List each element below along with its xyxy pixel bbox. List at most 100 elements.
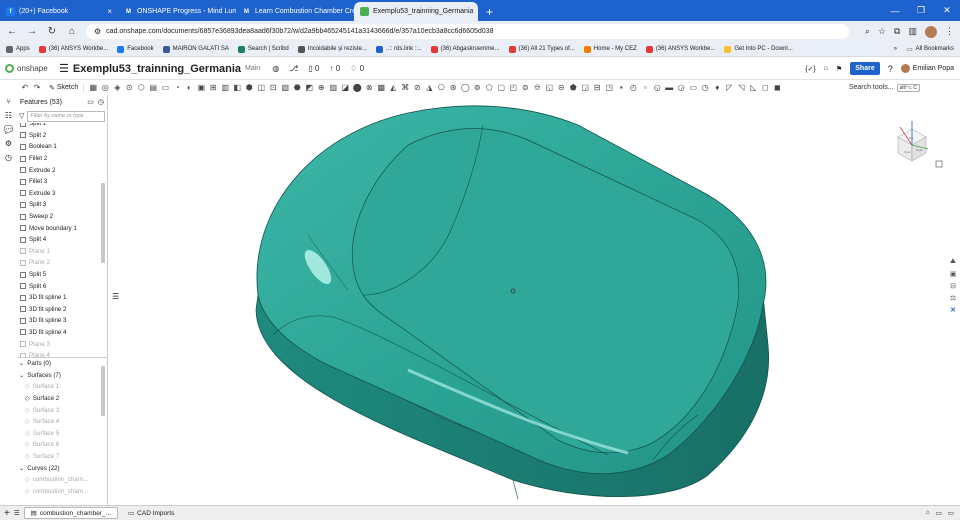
zoom-icon[interactable]: ⌕ <box>865 26 870 37</box>
toolbar-tool-icon[interactable]: ◻ <box>760 83 770 93</box>
toolbar-tool-icon[interactable]: ◫ <box>256 83 266 93</box>
feature-item[interactable]: Sweep 2 <box>17 211 107 223</box>
toolbar-tool-icon[interactable]: ◰ <box>508 83 518 93</box>
toolbar-tool-icon[interactable]: ⊕ <box>316 83 326 93</box>
curves-header[interactable]: ⌄ Curves (22) <box>17 462 107 474</box>
copies-count[interactable]: ▯ 0 <box>308 64 319 73</box>
toolbar-tool-icon[interactable]: ◯ <box>460 83 470 93</box>
toolbar-tool-icon[interactable]: ◪ <box>340 83 350 93</box>
filter-icon[interactable]: ▽ <box>19 112 24 120</box>
element-tab[interactable]: ▤ combustion_chamber_... <box>23 507 119 519</box>
versions-icon[interactable]: ⎇ <box>289 64 298 73</box>
back-icon[interactable]: ← <box>6 26 18 37</box>
feature-item[interactable]: Split 4 <box>17 234 107 246</box>
bookmark-item[interactable]: (36) All 21 Types of... <box>508 45 575 53</box>
feature-item[interactable]: Split 3 <box>17 199 107 211</box>
list-item[interactable]: ◇ Surface 6 <box>17 439 107 451</box>
feature-list-scrollbar[interactable] <box>101 183 105 263</box>
toolbar-tool-icon[interactable]: ◳ <box>604 83 614 93</box>
close-tab-icon[interactable]: × <box>477 7 478 16</box>
view-cube[interactable]: Front Right Top <box>897 121 929 162</box>
history-icon[interactable]: ◷ <box>5 153 12 162</box>
toolbar-tool-icon[interactable]: ▭ <box>160 83 170 93</box>
bookmark-item[interactable]: Search | Scribd <box>237 45 289 53</box>
feature-item[interactable]: Fillet 2 <box>17 153 107 165</box>
toolbar-tool-icon[interactable]: ◮ <box>424 83 434 93</box>
globe-icon[interactable]: ◍ <box>272 64 279 73</box>
toolbar-tool-icon[interactable]: ⎔ <box>436 83 446 93</box>
toolbar-tool-icon[interactable]: ◸ <box>724 83 734 93</box>
toolbar-tool-icon[interactable]: ◶ <box>676 83 686 93</box>
toolbar-tool-icon[interactable]: ◱ <box>544 83 554 93</box>
all-bookmarks-button[interactable]: ▭ All Bookmarks <box>907 46 954 53</box>
close-tab-icon[interactable]: × <box>107 7 112 16</box>
reload-icon[interactable]: ↻ <box>46 26 58 37</box>
variables-icon[interactable]: ⊟ <box>948 281 958 291</box>
toolbar-tool-icon[interactable]: ◩ <box>304 83 314 93</box>
add-tab-icon[interactable]: + <box>4 508 10 519</box>
user-menu[interactable]: Emilian Popa <box>900 64 954 73</box>
list-item[interactable]: ◇ combustion_cham... <box>17 486 107 498</box>
toolbar-tool-icon[interactable]: ⬢ <box>244 83 254 93</box>
feature-item[interactable]: Plane 2 <box>17 257 107 269</box>
url-field[interactable]: ⚙ cad.onshape.com/documents/6857e36893de… <box>86 24 849 39</box>
feature-item[interactable]: Boolean 1 <box>17 141 107 153</box>
list-item[interactable]: ◇ Surface 5 <box>17 428 107 440</box>
browser-tab[interactable]: MONSHAPE Progress - Mind Lumi× <box>118 2 236 21</box>
toolbar-tool-icon[interactable]: ▫ <box>640 83 650 93</box>
undo-icon[interactable]: ↶ <box>20 83 30 93</box>
toolbar-tool-icon[interactable]: ⊛ <box>448 83 458 93</box>
toolbar-tool-icon[interactable]: ▦ <box>88 83 98 93</box>
bookmark-item[interactable]: Incoidabile şi reziste... <box>297 45 367 53</box>
feature-filter-input[interactable]: Filter by name or type <box>27 110 105 122</box>
toolbar-tool-icon[interactable]: ◷ <box>700 83 710 93</box>
toolbar-tool-icon[interactable]: ▪ <box>616 83 626 93</box>
toolbar-tool-icon[interactable]: ◴ <box>628 83 638 93</box>
graphics-area[interactable]: Front Right Top ☰ <box>108 95 946 505</box>
likes-count[interactable]: ♢ 0 <box>350 64 364 73</box>
notifications-icon[interactable]: ⚑ <box>836 65 842 73</box>
forward-icon[interactable]: → <box>26 26 38 37</box>
panel-toggle-icon[interactable]: ▭ <box>87 98 94 106</box>
bookmark-item[interactable]: Home - My CEZ <box>583 45 637 53</box>
feature-item[interactable]: Plane 1 <box>17 246 107 258</box>
toolbar-tool-icon[interactable]: ⬣ <box>292 83 302 93</box>
toolbar-tool-icon[interactable]: ▩ <box>376 83 386 93</box>
profile-avatar[interactable] <box>925 25 937 38</box>
appearance-icon[interactable]: ⛰ <box>948 257 958 267</box>
sidepanel-icon[interactable]: ▥ <box>908 26 917 37</box>
feature-item[interactable]: Split 2 <box>17 130 107 142</box>
combustion-chamber-model[interactable] <box>255 105 770 500</box>
toolbar-tool-icon[interactable]: ▨ <box>328 83 338 93</box>
feature-item[interactable]: Split 6 <box>17 280 107 292</box>
bookmarks-overflow-icon[interactable]: » <box>894 46 897 53</box>
browser-tab[interactable]: f (20+) Facebook × <box>0 2 118 21</box>
close-window-icon[interactable]: ✕ <box>934 5 960 16</box>
star-icon[interactable]: ☆ <box>878 26 886 37</box>
toolbar-tool-icon[interactable]: ⊚ <box>472 83 482 93</box>
bookmark-item[interactable]: (36) Abgaskruemme... <box>430 45 500 53</box>
browser-tab[interactable]: MLearn Combustion Chamber Cre× <box>236 2 354 21</box>
toolbar-tool-icon[interactable]: ◔ <box>172 83 182 93</box>
toolbar-tool-icon[interactable]: ⎊ <box>532 83 542 93</box>
list-item[interactable]: ◇ Surface 1 <box>17 381 107 393</box>
x-icon[interactable]: ✕ <box>948 305 958 315</box>
toolbar-tool-icon[interactable]: ⊡ <box>268 83 278 93</box>
document-title[interactable]: Exemplu53_trainning_Germania <box>73 63 241 75</box>
toolbar-tool-icon[interactable]: ◺ <box>748 83 758 93</box>
bookmark-item[interactable]: (36) ANSYS Workbe... <box>38 45 108 53</box>
home-icon[interactable]: ⌂ <box>66 26 78 37</box>
branch-label[interactable]: Main <box>245 65 260 72</box>
feature-item[interactable]: Extrude 2 <box>17 164 107 176</box>
list-item[interactable]: ◇ Surface 3 <box>17 404 107 416</box>
toolbar-tool-icon[interactable]: ⊗ <box>364 83 374 93</box>
toolbar-tool-icon[interactable]: ◹ <box>736 83 746 93</box>
tab-manager-icon[interactable]: ☰ <box>14 509 20 517</box>
toolbar-tool-icon[interactable]: ▬ <box>664 83 674 93</box>
toolbar-tool-icon[interactable]: ▭ <box>688 83 698 93</box>
learning-icon[interactable]: ⌂ <box>824 65 828 72</box>
toolbar-tool-icon[interactable]: ◎ <box>100 83 110 93</box>
feature-list-icon[interactable]: ⑂ <box>6 97 11 106</box>
toolbar-tool-icon[interactable]: ⊞ <box>208 83 218 93</box>
feature-item[interactable]: Fillet 3 <box>17 176 107 188</box>
